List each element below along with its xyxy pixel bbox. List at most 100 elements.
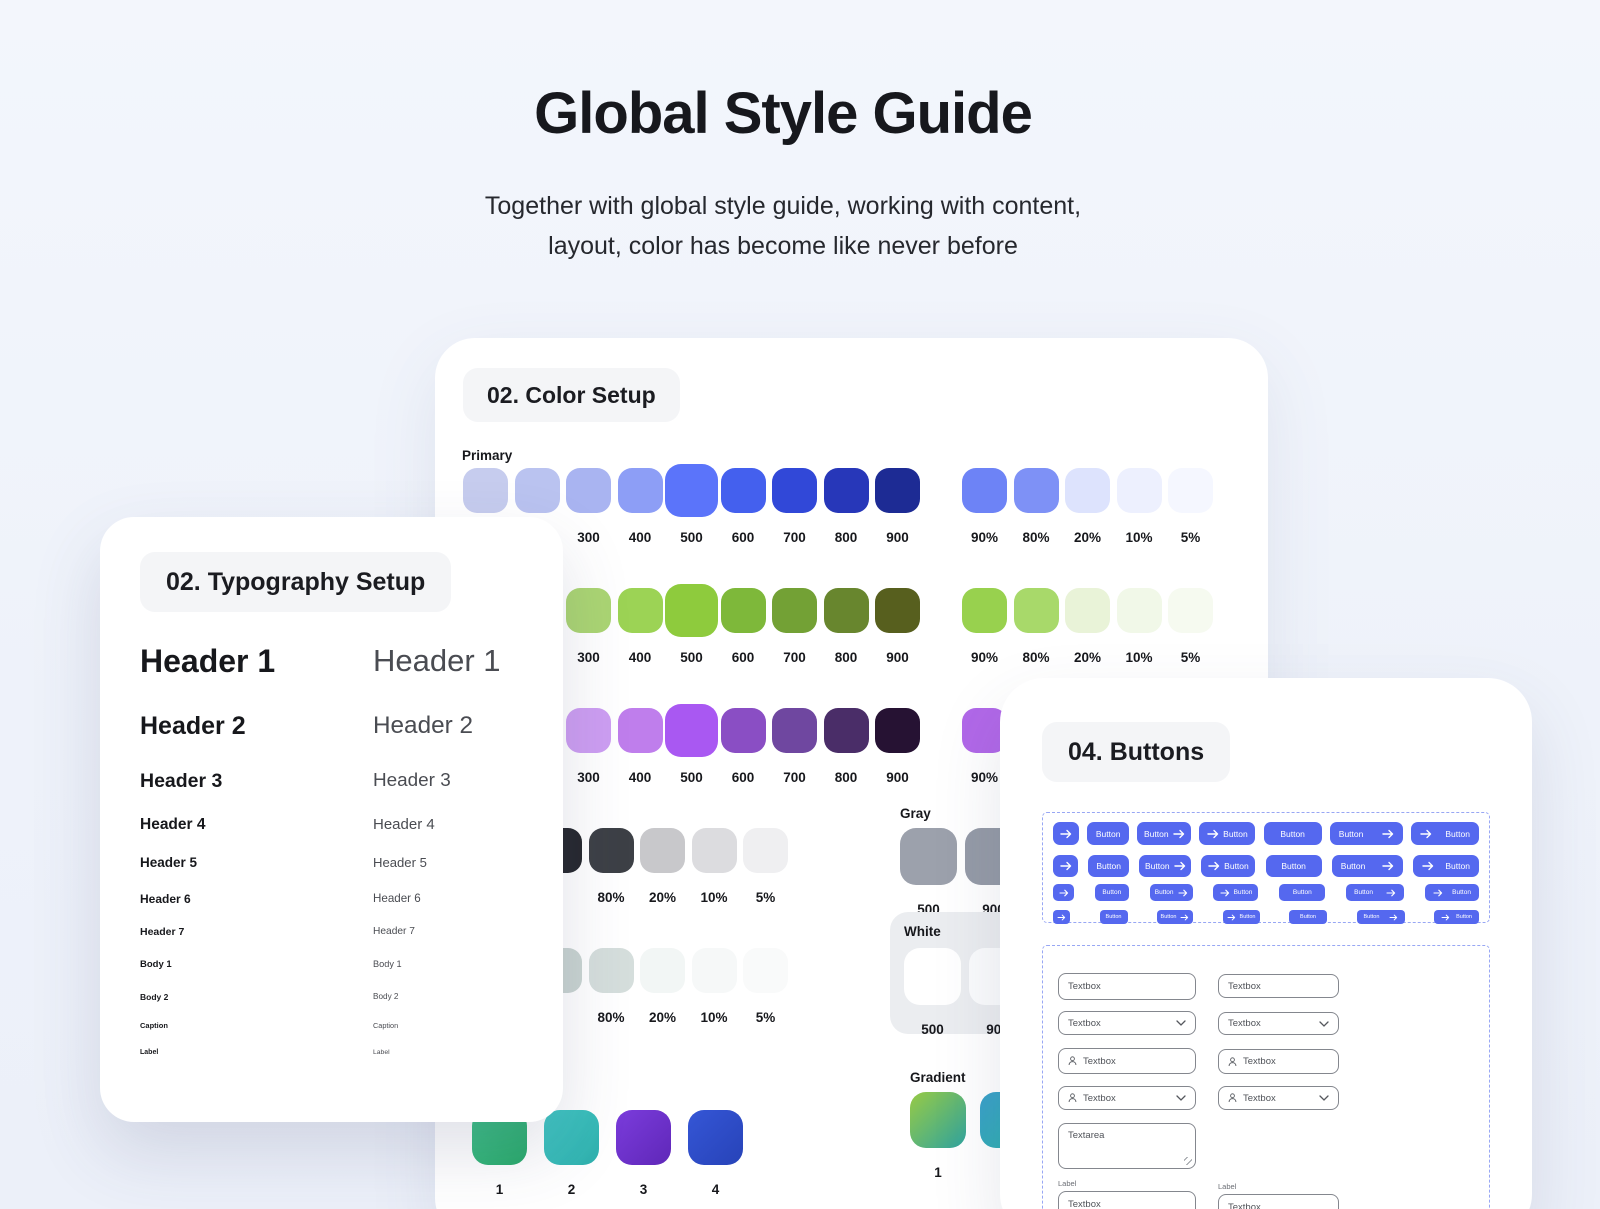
button-text-arrow[interactable]: Button	[1137, 822, 1191, 845]
swatch-label: 5%	[1181, 650, 1201, 665]
swatch-wrap	[721, 468, 766, 513]
color-row-primary: 30040050060070080090090%80%20%10%5%	[463, 468, 1213, 545]
swatch-label: 10%	[1125, 650, 1152, 665]
field-placeholder: Textbox	[1228, 1202, 1261, 1209]
button-spread-arrow-text[interactable]: Button	[1434, 910, 1479, 924]
swatch-wrap	[1065, 588, 1110, 633]
color-swatch	[692, 948, 737, 993]
color-swatch-cell: 800	[824, 468, 869, 545]
textbox-input[interactable]: Textbox	[1058, 973, 1196, 1000]
button-label: Button	[1341, 861, 1366, 871]
button-spread-text-arrow[interactable]: Button	[1357, 910, 1405, 924]
swatch-wrap	[515, 468, 560, 513]
swatch-label: 300	[577, 530, 600, 545]
button-text[interactable]: Button	[1088, 855, 1129, 877]
chevron-down-icon	[1176, 1095, 1186, 1101]
color-swatch	[618, 468, 663, 513]
color-swatch-cell: 20%	[1065, 588, 1110, 665]
arrow-right-icon	[1389, 914, 1398, 921]
swatch-label: 20%	[649, 1010, 676, 1025]
button-arrow-text[interactable]: Button	[1223, 910, 1260, 924]
typography-row: Header 2Header 2	[140, 712, 530, 740]
swatch-label: 500	[921, 1022, 944, 1037]
subtitle-line-1: Together with global style guide, workin…	[485, 192, 1081, 220]
swatch-label: 500	[680, 770, 703, 785]
button-icon[interactable]	[1053, 910, 1070, 924]
button-text-wide[interactable]: Button	[1266, 855, 1322, 877]
button-spread-text-arrow[interactable]: Button	[1330, 822, 1403, 845]
textbox-input[interactable]: Textbox	[1218, 1194, 1339, 1209]
button-text[interactable]: Button	[1095, 884, 1129, 901]
select-input[interactable]: Textbox	[1218, 1086, 1339, 1110]
button-arrow-text[interactable]: Button	[1213, 884, 1258, 901]
button-text-wide[interactable]: Button	[1289, 910, 1327, 924]
swatch-wrap	[875, 588, 920, 633]
button-label: Button	[1240, 914, 1256, 920]
button-icon[interactable]	[1053, 884, 1074, 901]
button-text-arrow[interactable]: Button	[1150, 884, 1193, 901]
button-text-wide[interactable]: Button	[1279, 884, 1325, 901]
button-text[interactable]: Button	[1087, 822, 1129, 845]
button-arrow-text[interactable]: Button	[1199, 822, 1255, 845]
color-swatch	[824, 468, 869, 513]
button-text-wide[interactable]: Button	[1264, 822, 1322, 845]
color-swatch	[618, 588, 663, 633]
type-sample-bold: Header 3	[140, 770, 222, 793]
swatch-label: 5%	[1181, 530, 1201, 545]
textbox-input[interactable]: Textbox	[1218, 1049, 1339, 1074]
color-swatch	[900, 828, 957, 885]
color-row-dark: 80%20%10%5%	[537, 828, 788, 905]
textarea-input[interactable]: Textarea	[1058, 1123, 1196, 1169]
button-spread-arrow-text[interactable]: Button	[1425, 884, 1479, 901]
gradient-section-label: Gradient	[910, 1070, 966, 1085]
button-label: Button	[1452, 889, 1471, 896]
swatch-label: 300	[577, 650, 600, 665]
select-input[interactable]: Textbox	[1058, 1011, 1196, 1035]
color-swatch-cell: 600	[721, 708, 766, 785]
arrow-right-icon	[1057, 914, 1066, 921]
swatch-label: 800	[835, 650, 858, 665]
swatch-wrap	[900, 828, 957, 885]
field-placeholder: Textbox	[1068, 1199, 1101, 1209]
select-input[interactable]: Textbox	[1218, 1012, 1339, 1035]
color-swatch-cell: 5%	[743, 828, 788, 905]
button-spread-arrow-text[interactable]: Button	[1411, 822, 1479, 845]
typography-row: Body 1Body 1	[140, 959, 530, 970]
button-arrow-text[interactable]: Button	[1201, 855, 1255, 877]
swatch-wrap	[1117, 588, 1162, 633]
swatch-wrap	[772, 588, 817, 633]
color-swatch	[566, 468, 611, 513]
color-swatch	[566, 588, 611, 633]
swatch-label: 400	[629, 530, 652, 545]
swatch-label: 400	[629, 650, 652, 665]
color-swatch	[463, 468, 508, 513]
arrow-right-icon	[1382, 829, 1394, 839]
select-input[interactable]: Textbox	[1058, 1086, 1196, 1110]
button-text-arrow[interactable]: Button	[1157, 910, 1193, 924]
type-sample-regular: Header 6	[373, 892, 421, 905]
button-text[interactable]: Button	[1100, 910, 1128, 924]
button-spread-text-arrow[interactable]: Button	[1346, 884, 1404, 901]
button-icon[interactable]	[1053, 855, 1078, 877]
swatch-label: 600	[732, 650, 755, 665]
swatch-wrap	[962, 588, 1007, 633]
color-swatch	[721, 588, 766, 633]
textbox-input[interactable]: Textbox	[1058, 1048, 1196, 1074]
type-sample-bold: Header 5	[140, 855, 197, 870]
color-swatch-cell: 10%	[1117, 588, 1162, 665]
swatch-label: 80%	[597, 890, 624, 905]
button-label: Button	[1161, 914, 1177, 920]
scale-group: 300400500600700800900	[566, 708, 920, 785]
textbox-input[interactable]: Textbox	[1058, 1191, 1196, 1209]
swatch-wrap	[1117, 468, 1162, 513]
button-icon[interactable]	[1053, 822, 1079, 845]
button-spread-arrow-text[interactable]: Button	[1413, 855, 1479, 877]
button-spread-text-arrow[interactable]: Button	[1332, 855, 1403, 877]
button-text-arrow[interactable]: Button	[1139, 855, 1191, 877]
button-label: Button	[1155, 889, 1174, 896]
textbox-input[interactable]: Textbox	[1218, 974, 1339, 998]
button-label: Button	[1281, 861, 1306, 871]
typography-row: Header 3Header 3	[140, 770, 530, 792]
color-swatch	[1117, 588, 1162, 633]
arrow-right-icon	[1386, 889, 1396, 897]
